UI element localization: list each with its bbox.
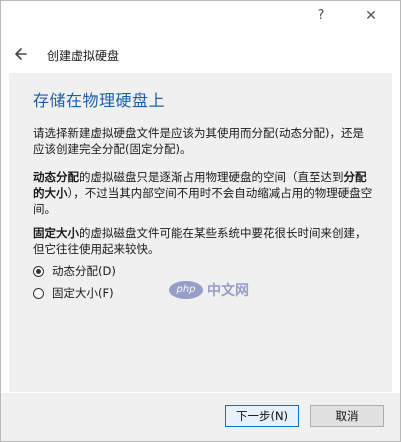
fixed-text: 的虚拟磁盘文件可能在某些系统中要花很长时间来创建，但它往往使用起来较快。: [33, 226, 367, 256]
watermark-logo: php: [169, 281, 203, 299]
button-bar: 下一步(N) 取消: [1, 393, 400, 441]
page-title: 存储在物理硬盘上: [33, 91, 166, 110]
title-bar: ? ✕: [1, 1, 400, 33]
dynamic-text-1: 的虚拟磁盘只是逐渐占用物理硬盘的空间（直至达到: [79, 170, 344, 184]
wizard-header: 创建虚拟硬盘: [1, 39, 400, 71]
cancel-button[interactable]: 取消: [310, 405, 384, 427]
create-virtual-disk-dialog: ? ✕ 创建虚拟硬盘 存储在物理硬盘上 请选择新建虚拟硬盘文件是应该为其使用而分…: [0, 0, 401, 442]
wizard-title: 创建虚拟硬盘: [47, 49, 120, 63]
next-button[interactable]: 下一步(N): [225, 405, 299, 427]
radio-fixed-label: 固定大小(F): [52, 286, 114, 300]
close-button[interactable]: ✕: [351, 3, 391, 29]
back-arrow-icon[interactable]: [11, 43, 33, 65]
radio-dynamic-circle[interactable]: [33, 265, 44, 277]
intro-text: 请选择新建虚拟硬盘文件是应该为其使用而分配(动态分配)，还是应该创建完全分配(固…: [33, 126, 364, 156]
radio-fixed[interactable]: 固定大小(F): [33, 285, 114, 301]
watermark-text: 中文网: [207, 283, 249, 299]
fixed-term: 固定大小: [33, 226, 79, 240]
wizard-page: 存储在物理硬盘上 请选择新建虚拟硬盘文件是应该为其使用而分配(动态分配)，还是应…: [9, 73, 392, 392]
help-button[interactable]: ?: [301, 3, 341, 29]
fixed-description: 固定大小的虚拟磁盘文件可能在某些系统中要花很长时间来创建，但它往往使用起来较快。: [33, 225, 373, 257]
dynamic-text-2: ），不过当其内部空间不用时不会自动缩减占用的物理硬盘空间。: [33, 186, 373, 216]
radio-fixed-circle[interactable]: [33, 287, 44, 299]
radio-dynamic-label: 动态分配(D): [52, 264, 116, 278]
dynamic-description: 动态分配的虚拟磁盘只是逐渐占用物理硬盘的空间（直至达到分配的大小），不过当其内部…: [33, 169, 373, 217]
dynamic-term: 动态分配: [33, 170, 79, 184]
watermark: php 中文网: [169, 277, 259, 303]
radio-dynamic[interactable]: 动态分配(D): [33, 263, 116, 279]
